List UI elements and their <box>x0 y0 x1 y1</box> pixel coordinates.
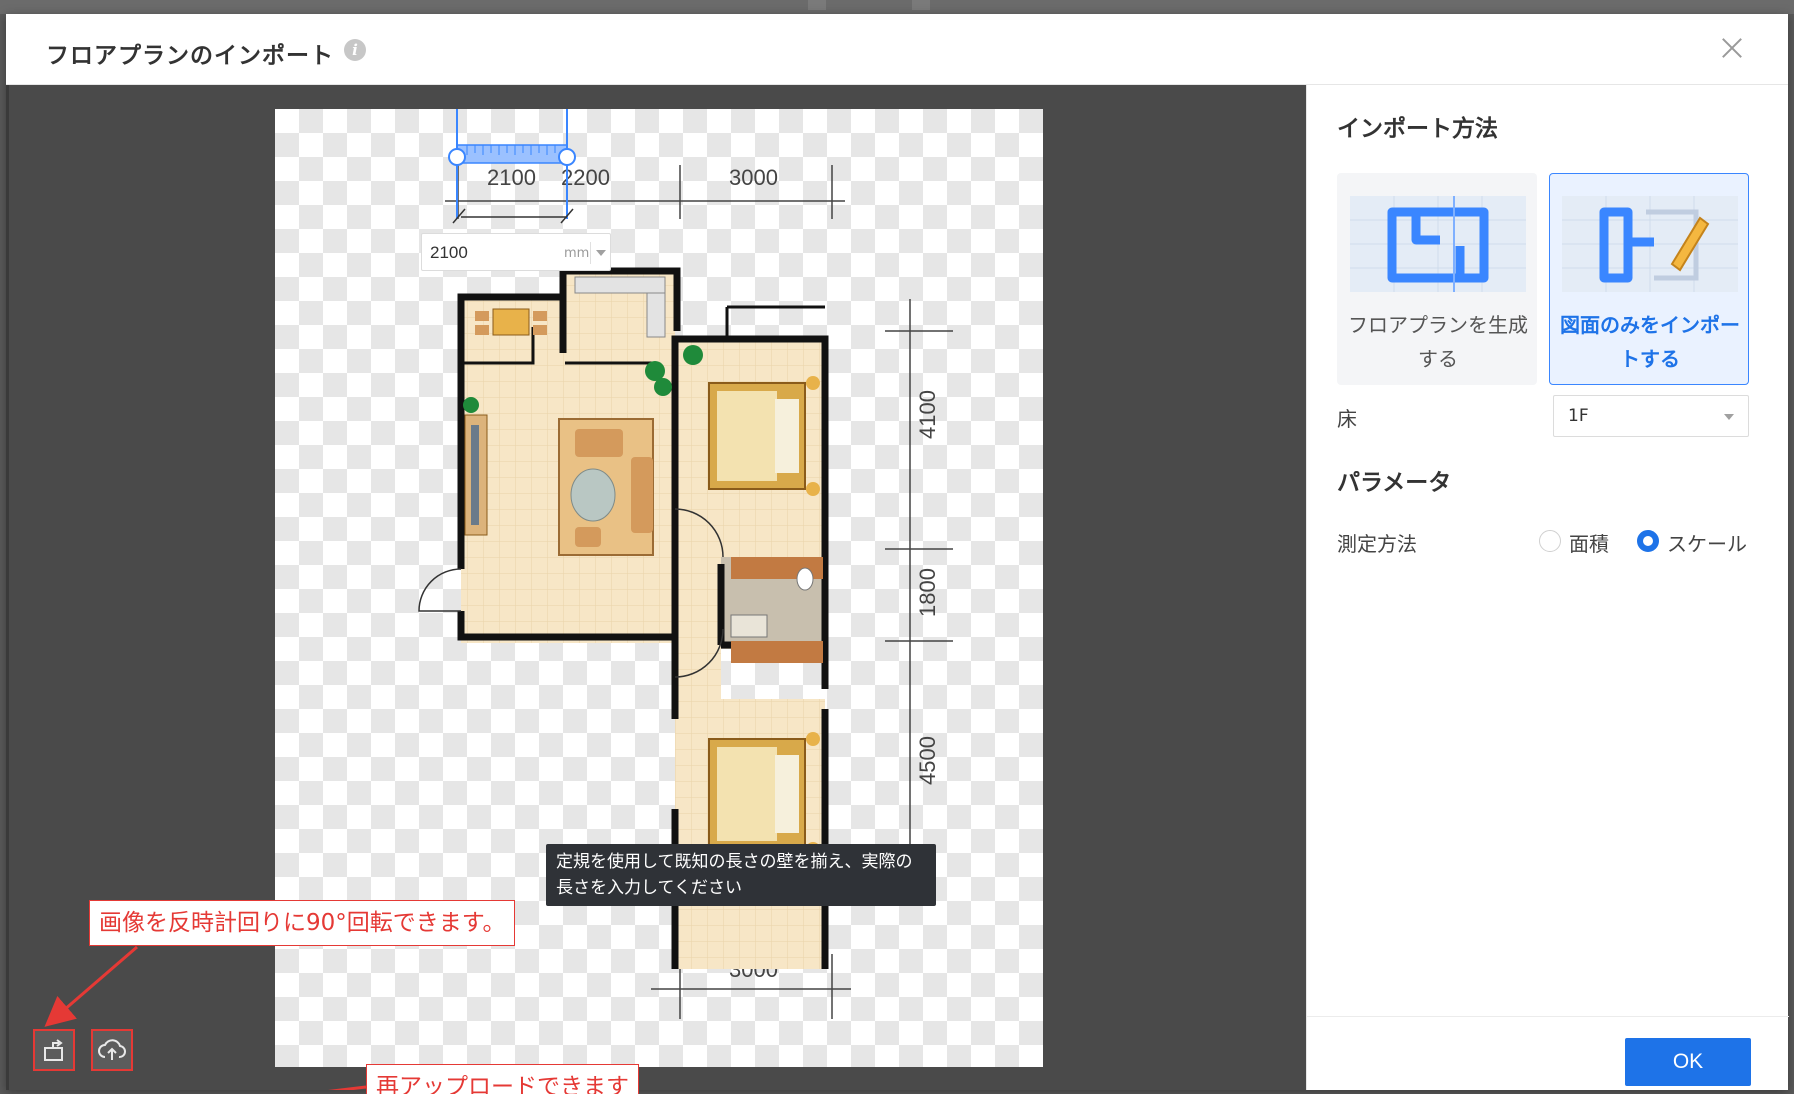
method-import-label: 図面のみをインポートする <box>1560 313 1740 371</box>
sink <box>730 614 768 638</box>
rotate-callout: 画像を反時計回りに90°回転できます。 <box>89 900 516 946</box>
toilet <box>796 567 814 591</box>
backdrop-strip <box>0 0 1794 14</box>
measure-area-label: 面積 <box>1569 532 1609 556</box>
reupload-button[interactable] <box>91 1029 133 1071</box>
upload-callout: 再アップロードできます <box>366 1064 639 1094</box>
rotate-left-icon <box>44 1039 63 1061</box>
floor-select[interactable]: 1F <box>1553 395 1749 437</box>
cloud-upload-icon <box>98 1039 126 1060</box>
dim-right-1: 4100 <box>915 390 940 439</box>
dialog-header: フロアプランのインポート i <box>6 14 1788 85</box>
radio-checked-icon <box>1637 530 1659 552</box>
kitchen-counter-side <box>646 292 666 338</box>
bed-2 <box>708 732 820 856</box>
unit-dropdown-icon[interactable] <box>596 250 606 256</box>
import-dialog: フロアプランのインポート i 2200 3000 2100 4100 1800 … <box>6 14 1789 1094</box>
sofa-set <box>558 418 654 556</box>
method-generate-floorplan[interactable]: フロアプランを生成する <box>1337 173 1537 385</box>
radio-icon <box>1539 530 1561 552</box>
method-generate-label: フロアプランを生成する <box>1348 313 1528 371</box>
dialog-title: フロアプランのインポート <box>46 43 334 69</box>
rotate-button[interactable] <box>33 1029 75 1071</box>
unit-divider <box>590 242 591 264</box>
footer-divider <box>1307 1016 1789 1017</box>
import-method-title: インポート方法 <box>1337 116 1498 142</box>
image-canvas[interactable]: 2200 3000 2100 4100 1800 4500 3000 2100 … <box>6 85 1306 1094</box>
ruler-tooltip: 定規を使用して既知の長さの壁を揃え、実際の長さを入力してください <box>546 844 936 906</box>
scale-length-unit: mm <box>564 246 590 261</box>
close-icon[interactable] <box>1718 34 1746 62</box>
dim-top-2: 2200 <box>561 165 610 190</box>
kitchen-counter <box>574 276 666 294</box>
bed-1 <box>708 376 820 496</box>
ok-button[interactable]: OK <box>1625 1038 1751 1086</box>
settings-panel: インポート方法 フロアプランを生成する 図面のみをインポートする 床 1F パラ… <box>1306 85 1789 1090</box>
backdrop-icon <box>808 0 826 10</box>
measure-scale-label: スケール <box>1667 532 1747 556</box>
floor-value: 1F <box>1568 406 1589 426</box>
backdrop-icon <box>912 0 930 10</box>
method-import-drawing[interactable]: 図面のみをインポートする <box>1549 173 1749 385</box>
params-title: パラメータ <box>1337 470 1452 496</box>
dim-right-3: 4500 <box>915 736 940 785</box>
tv <box>471 425 479 525</box>
floor-label: 床 <box>1337 407 1357 431</box>
floorplan-generate-icon <box>1350 196 1526 292</box>
chevron-down-icon <box>1724 414 1734 420</box>
drawing-import-icon <box>1562 196 1738 292</box>
dim-top-3: 3000 <box>729 165 778 190</box>
scale-length-input[interactable]: 2100 mm <box>421 233 611 271</box>
wardrobe-2 <box>731 641 823 663</box>
info-icon[interactable]: i <box>344 39 366 61</box>
dim-right-2: 1800 <box>915 568 940 617</box>
dim-top-1: 2100 <box>487 165 536 190</box>
ruler-tool: 2100 <box>448 109 576 224</box>
scale-length-value: 2100 <box>430 243 468 262</box>
measure-method-label: 測定方法 <box>1337 532 1417 556</box>
